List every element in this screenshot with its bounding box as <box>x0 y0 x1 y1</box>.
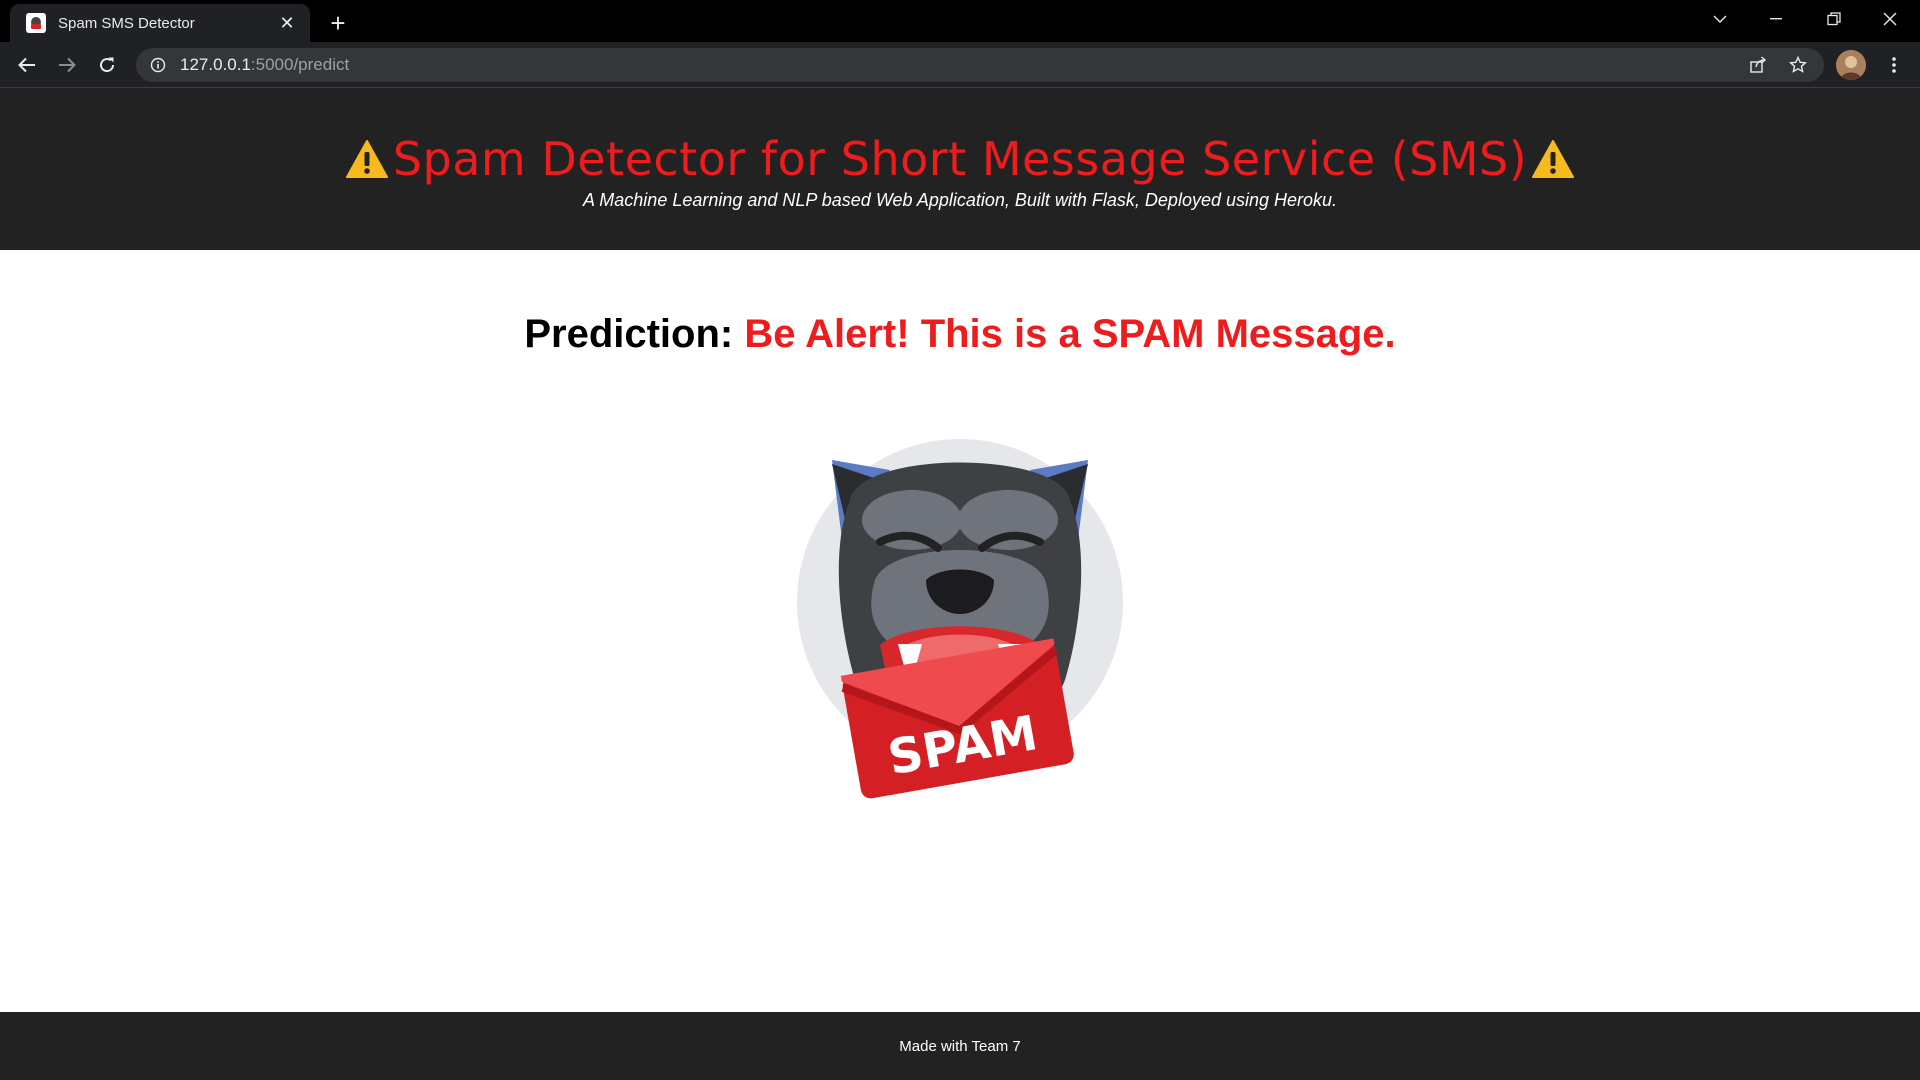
reload-icon[interactable] <box>91 49 123 81</box>
prediction-value: Be Alert! This is a SPAM Message. <box>744 312 1396 356</box>
tab-title: Spam SMS Detector <box>58 14 195 32</box>
title-row: Spam Detector for Short Message Service … <box>0 132 1920 186</box>
back-icon[interactable] <box>11 49 43 81</box>
forward-icon[interactable] <box>51 49 83 81</box>
page-subtitle: A Machine Learning and NLP based Web App… <box>582 190 1338 210</box>
prediction-label: Prediction: <box>524 312 734 356</box>
url-path: :5000/predict <box>250 55 350 74</box>
warning-icon <box>1531 139 1575 179</box>
page-title: Spam Detector for Short Message Service … <box>392 132 1528 186</box>
browser-menu-icon[interactable] <box>1878 49 1910 81</box>
url-host: 127.0.0.1 <box>180 55 251 74</box>
restore-icon[interactable] <box>1806 0 1862 38</box>
page-footer: Made with Team 7 <box>0 1012 1920 1080</box>
new-tab-button[interactable]: + <box>322 8 354 38</box>
address-bar[interactable]: 127.0.0.1:5000/predict <box>136 48 1824 82</box>
warning-icon <box>345 139 389 179</box>
tab-search-icon[interactable] <box>1692 0 1748 38</box>
favicon-icon <box>26 13 46 33</box>
profile-avatar[interactable] <box>1836 50 1866 80</box>
close-window-icon[interactable] <box>1862 0 1918 38</box>
page-header: Spam Detector for Short Message Service … <box>0 88 1920 250</box>
browser-tab[interactable]: Spam SMS Detector ✕ <box>10 4 310 42</box>
share-icon[interactable] <box>1738 50 1778 80</box>
tab-close-icon[interactable]: ✕ <box>276 12 298 34</box>
browser-toolbar: 127.0.0.1:5000/predict <box>0 42 1920 88</box>
browser-tab-strip: Spam SMS Detector ✕ + <box>0 0 1920 42</box>
url-text: 127.0.0.1:5000/predict <box>180 55 349 75</box>
footer-text: Made with Team 7 <box>899 1037 1021 1055</box>
prediction-result: Prediction: Be Alert! This is a SPAM Mes… <box>0 312 1920 357</box>
spam-dog-illustration: SPAM <box>780 430 1140 810</box>
site-info-icon[interactable] <box>136 48 180 82</box>
bookmark-star-icon[interactable] <box>1778 50 1818 80</box>
minimize-icon[interactable] <box>1748 0 1804 38</box>
